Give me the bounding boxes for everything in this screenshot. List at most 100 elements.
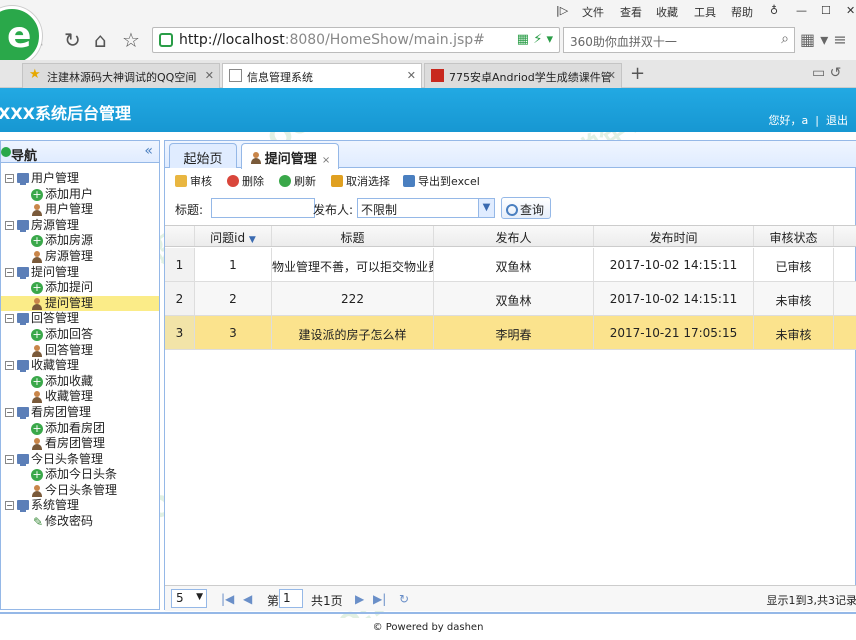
col-audit-status[interactable]: 审核状态 <box>754 226 834 246</box>
footer: © Powered by dashen <box>0 618 856 640</box>
nav-item[interactable]: 回答管理 <box>1 343 159 359</box>
first-page-icon[interactable]: |◀ <box>221 592 234 606</box>
expand-toggle-icon[interactable]: − <box>5 501 14 511</box>
nav-item[interactable]: + 添加回答 <box>1 327 159 343</box>
nav-group[interactable]: − 房源管理 <box>1 218 159 234</box>
close-tab-icon[interactable]: ✕ <box>407 69 416 82</box>
qr-lightning-icon[interactable]: ▦ ⚡ ▾ <box>517 32 553 47</box>
menu-view[interactable]: 查看 <box>620 4 642 20</box>
monitor-icon <box>17 406 29 419</box>
nav-item[interactable]: 房源管理 <box>1 249 159 265</box>
table-cell: 李明春 <box>434 316 594 349</box>
close-tab-icon[interactable]: ✕ <box>205 69 214 82</box>
favorite-star-icon[interactable]: ☆ <box>122 30 140 50</box>
nav-group[interactable]: − 回答管理 <box>1 311 159 327</box>
monitor-icon <box>17 266 29 279</box>
browser-tab-android[interactable]: 775安卓Andriod学生成绩课件管 ✕ <box>424 63 622 88</box>
browser-tab-info-system[interactable]: 信息管理系统 ✕ <box>222 63 422 88</box>
nav-icon <box>1 147 11 157</box>
nav-title: 导航 <box>11 149 38 164</box>
menu-favorites[interactable]: 收藏 <box>656 4 678 20</box>
nav-item[interactable]: 收藏管理 <box>1 389 159 405</box>
refresh-button[interactable]: 刷新 <box>279 173 316 189</box>
close-tab-icon[interactable]: × <box>319 155 330 166</box>
nav-group[interactable]: − 今日头条管理 <box>1 452 159 468</box>
new-tab-icon[interactable]: + <box>630 63 645 84</box>
collapse-icon[interactable]: « <box>144 143 153 159</box>
table-cell: 2 <box>195 282 272 315</box>
logout-link[interactable]: 退出 <box>826 114 848 127</box>
expand-toggle-icon[interactable]: − <box>5 361 14 371</box>
page-number-input[interactable]: 1 <box>279 589 303 608</box>
panel-tabs: 起始页 提问管理 × <box>165 141 856 169</box>
col-question-id[interactable]: 问题id ▼ <box>195 226 272 246</box>
nav-group[interactable]: − 系统管理 <box>1 498 159 514</box>
nav-item[interactable]: 提问管理 <box>1 295 159 312</box>
nav-group[interactable]: − 提问管理 <box>1 265 159 281</box>
add-icon: + <box>31 468 43 482</box>
browser-search[interactable]: 360助你血拼双十一 ⌕ <box>563 27 795 53</box>
search-icon[interactable]: ⌕ <box>781 31 789 47</box>
reload-icon[interactable]: ↻ <box>399 592 409 606</box>
nav-item[interactable]: 看房团管理 <box>1 436 159 452</box>
address-url[interactable]: http://localhost:8080/HomeShow/main.jsp# <box>179 32 485 48</box>
close-tab-icon[interactable]: ✕ <box>607 69 616 82</box>
table-row[interactable]: 2 2 222 双鱼林 2017-10-02 14:15:11 未审核 <box>165 282 856 316</box>
refresh-icon[interactable]: ↻ <box>64 30 81 50</box>
monitor-icon <box>17 453 29 466</box>
menu-file[interactable]: 文件 <box>582 4 604 20</box>
page-size-select[interactable]: 5 ▼ <box>171 589 207 608</box>
tab-start-page[interactable]: 起始页 <box>169 143 237 168</box>
nav-item[interactable]: 用户管理 <box>1 202 159 218</box>
tab-tools-icon[interactable]: ▭ ↺ <box>812 65 841 81</box>
close-window-icon[interactable]: ✕ <box>846 4 855 17</box>
filter-bar: 标题: 发布人: 不限制 ▼ 查询 <box>173 197 853 221</box>
page-icon <box>229 69 242 82</box>
grid-header: 问题id ▼ 标题 发布人 发布时间 审核状态 <box>165 226 856 247</box>
home-icon[interactable]: ⌂ <box>94 30 107 50</box>
expand-toggle-icon[interactable]: − <box>5 174 14 183</box>
maximize-icon[interactable]: ☐ <box>821 4 831 17</box>
nav-group[interactable]: − 用户管理 <box>1 171 159 187</box>
expand-toggle-icon[interactable]: − <box>5 314 14 324</box>
title-input[interactable] <box>211 198 315 218</box>
publisher-select[interactable]: 不限制 ▼ <box>357 198 495 218</box>
app-title: XXX系统后台管理 <box>0 104 132 123</box>
prev-page-icon[interactable]: ◀ <box>243 592 252 606</box>
tab-question-management[interactable]: 提问管理 × <box>241 143 339 169</box>
nav-item[interactable]: 今日头条管理 <box>1 483 159 499</box>
col-publish-time[interactable]: 发布时间 <box>594 226 754 246</box>
table-row[interactable]: 3 3 建设派的房子怎么样 李明春 2017-10-21 17:05:15 未审核 <box>165 316 856 350</box>
export-excel-button[interactable]: 导出到excel <box>403 173 480 189</box>
expand-toggle-icon[interactable]: − <box>5 407 14 417</box>
nav-item[interactable]: + 添加今日头条 <box>1 467 159 483</box>
expand-toggle-icon[interactable]: − <box>5 220 14 230</box>
col-publisher[interactable]: 发布人 <box>434 226 594 246</box>
table-row[interactable]: 1 1 物业管理不善，可以拒交物业费 双鱼林 2017-10-02 14:15:11 已审… <box>165 248 856 282</box>
nav-item[interactable]: + 添加用户 <box>1 187 159 203</box>
nav-group[interactable]: − 看房团管理 <box>1 405 159 421</box>
browser-tab-qqzone[interactable]: ★ 注建林源码大神调试的QQ空间 ✕ <box>22 63 220 88</box>
delete-button[interactable]: 删除 <box>227 173 264 189</box>
minimize-icon[interactable]: — <box>796 4 807 17</box>
col-title[interactable]: 标题 <box>272 226 434 246</box>
menu-help[interactable]: 帮助 <box>731 4 753 20</box>
skin-icon[interactable]: ♁ <box>770 4 778 17</box>
left-navigation: 导航 « − 用户管理 + 添加用户 用户管理 − 房源管理 + 添加房源 房源管理 − 提问管理 + 添… <box>0 140 160 610</box>
nav-group[interactable]: − 收藏管理 <box>1 358 159 374</box>
address-bar[interactable]: http://localhost:8080/HomeShow/main.jsp#… <box>152 27 560 53</box>
next-page-icon[interactable]: ▶ <box>355 592 364 606</box>
audit-button[interactable]: 审核 <box>175 173 212 189</box>
nav-item[interactable]: ✎ 修改密码 <box>1 514 159 530</box>
expand-toggle-icon[interactable]: − <box>5 267 14 277</box>
expand-toggle-icon[interactable]: − <box>5 454 14 464</box>
query-button[interactable]: 查询 <box>501 197 552 219</box>
menu-tools[interactable]: 工具 <box>694 4 716 20</box>
nav-item[interactable]: + 添加看房团 <box>1 421 159 437</box>
nav-item[interactable]: + 添加收藏 <box>1 374 159 390</box>
cancel-select-button[interactable]: 取消选择 <box>331 173 390 189</box>
nav-item[interactable]: + 添加提问 <box>1 280 159 296</box>
nav-item[interactable]: + 添加房源 <box>1 233 159 249</box>
apps-grid-icon[interactable]: ▦ ▾ ≡ <box>800 30 847 49</box>
last-page-icon[interactable]: ▶| <box>373 592 386 606</box>
